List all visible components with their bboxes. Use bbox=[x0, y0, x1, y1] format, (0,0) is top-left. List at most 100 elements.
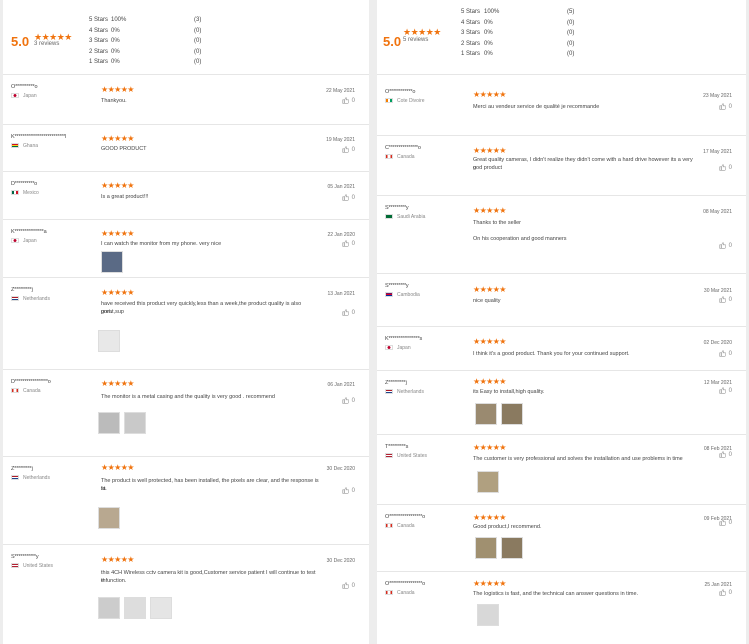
helpful-button[interactable]: 0 bbox=[342, 97, 355, 104]
review-photo[interactable] bbox=[124, 412, 146, 434]
distribution-label: 4 Stars bbox=[89, 27, 109, 34]
distribution-pct: 0% bbox=[111, 27, 120, 34]
review-photo[interactable] bbox=[98, 412, 120, 434]
review-text: The logistics is fast, and the technical… bbox=[473, 590, 693, 598]
helpful-button[interactable]: 0 bbox=[719, 164, 732, 171]
left-reviews-panel: 5.0 ★★★★★ 3 reviews 5 Stars 100% (3) 4 Stars 0%… bbox=[3, 0, 369, 644]
review-card: S*********y Cambodia ★★★★★ 30 Mar 2021 nice … bbox=[377, 274, 746, 327]
review-text: its Easy to install,high quality. bbox=[473, 388, 693, 396]
review-date: 17 May 2021 bbox=[703, 149, 732, 155]
country-flag-icon bbox=[385, 590, 393, 596]
review-photo[interactable] bbox=[501, 403, 523, 425]
review-text: Merci au vendeur service de qualité je r… bbox=[473, 103, 693, 111]
review-photo[interactable] bbox=[98, 330, 120, 352]
distribution-label: 1 Stars bbox=[89, 59, 109, 65]
reviewer-country: Canada bbox=[385, 523, 415, 529]
helpful-button[interactable]: 0 bbox=[719, 387, 732, 394]
reviewer-name: K****************s bbox=[385, 336, 423, 342]
reviewer-name: S*********y bbox=[385, 205, 409, 211]
review-photo[interactable] bbox=[150, 597, 172, 619]
distribution-row: 1 Stars 0% (0) bbox=[377, 49, 677, 60]
review-card: O*****************o Canada ★★★★★ 09 Feb 202… bbox=[377, 505, 746, 572]
country-flag-icon bbox=[11, 296, 19, 302]
review-photo[interactable] bbox=[475, 403, 497, 425]
helpful-button[interactable]: 0 bbox=[719, 296, 732, 303]
country-flag-icon bbox=[385, 389, 393, 395]
thumbs-up-icon bbox=[719, 103, 726, 110]
review-text: The product is well protected, has been … bbox=[101, 477, 319, 493]
thumbs-up-icon bbox=[719, 350, 726, 357]
helpful-button[interactable]: 0 bbox=[342, 240, 355, 247]
review-card: Z*********j Netherlands ★★★★★ 30 Dec 2020 Th… bbox=[3, 457, 369, 545]
distribution-row: 2 Stars 0% (0) bbox=[377, 39, 677, 50]
distribution-label: 3 Stars bbox=[89, 38, 109, 44]
review-stars-icon: ★★★★★ bbox=[101, 85, 134, 94]
like-count: 0 bbox=[728, 243, 732, 250]
helpful-button[interactable]: 0 bbox=[342, 487, 355, 494]
review-text-line: ood product bbox=[473, 165, 503, 171]
distribution-row: 5 Stars 100% (5) bbox=[377, 7, 677, 18]
review-card: K***************a Japan ★★★★★ 22 Jan 2020 I … bbox=[3, 220, 369, 278]
thumbs-up-icon bbox=[342, 97, 349, 104]
thumbs-up-icon bbox=[342, 397, 349, 404]
star-distribution: 5 Stars 100% (3) 4 Stars 0% (0) 3 Stars 0% (0) 2 … bbox=[3, 15, 303, 68]
review-date: 06 Jan 2021 bbox=[327, 382, 355, 388]
review-photo[interactable] bbox=[98, 507, 120, 529]
star-distribution: 5 Stars 100% (5) 4 Stars 0% (0) 3 Stars 0% (0) 2 … bbox=[377, 7, 677, 60]
like-count: 0 bbox=[728, 520, 732, 527]
helpful-button[interactable]: 0 bbox=[719, 350, 732, 357]
reviewer-name: K**************************l bbox=[11, 134, 66, 140]
review-photo[interactable] bbox=[477, 604, 499, 626]
review-photo[interactable] bbox=[477, 471, 499, 493]
review-text: I think it's a good product. Thank you f… bbox=[473, 350, 693, 358]
review-text-line: I think it's a good product. Thank you f… bbox=[473, 351, 630, 357]
helpful-button[interactable]: 0 bbox=[719, 451, 732, 458]
review-photo[interactable] bbox=[501, 537, 523, 559]
review-text: Is a great product!!! bbox=[101, 193, 319, 201]
review-stars-icon: ★★★★★ bbox=[101, 181, 134, 190]
review-photo[interactable] bbox=[101, 251, 123, 273]
review-photo[interactable] bbox=[124, 597, 146, 619]
country-flag-icon bbox=[11, 190, 19, 196]
distribution-count: (0) bbox=[194, 38, 202, 44]
reviewer-country: United States bbox=[11, 563, 53, 569]
distribution-pct: 0% bbox=[111, 59, 120, 65]
country-name: United States bbox=[397, 453, 428, 459]
distribution-label: 4 Stars bbox=[461, 19, 481, 26]
helpful-button[interactable]: 0 bbox=[342, 309, 355, 316]
review-date: 22 May 2021 bbox=[326, 88, 355, 94]
helpful-button[interactable]: 0 bbox=[342, 146, 355, 153]
reviewer-name: Z*********j bbox=[385, 380, 407, 386]
review-date: 30 Dec 2020 bbox=[326, 466, 355, 472]
review-card: K**************************l Ghana ★★★★★ 19… bbox=[3, 125, 369, 172]
review-text-line: The logistics is fast, and the technical… bbox=[473, 591, 639, 597]
review-stars-icon: ★★★★★ bbox=[101, 379, 134, 388]
right-reviews-panel: 5.0 ★★★★★ 5 reviews 5 Stars 100% (5) 4 Stars 0%… bbox=[377, 0, 746, 644]
helpful-button[interactable]: 0 bbox=[719, 589, 732, 596]
reviewer-name: Z*********j bbox=[11, 287, 33, 293]
review-text-line: have received this product very quickly,… bbox=[101, 301, 302, 315]
review-photo[interactable] bbox=[475, 537, 497, 559]
thumbs-up-icon bbox=[719, 387, 726, 394]
helpful-button[interactable]: 0 bbox=[342, 397, 355, 404]
review-card: D**********o Mexico ★★★★★ 05 Jan 2021 Is a g… bbox=[3, 172, 369, 220]
helpful-button[interactable]: 0 bbox=[719, 103, 732, 110]
review-stars-icon: ★★★★★ bbox=[473, 146, 506, 155]
country-name: Mexico bbox=[23, 190, 39, 196]
review-stars-icon: ★★★★★ bbox=[101, 134, 134, 143]
reviewer-country: Canada bbox=[385, 590, 415, 596]
review-date: 22 Jan 2020 bbox=[327, 232, 355, 238]
reviewer-country: Japan bbox=[11, 238, 37, 244]
like-count: 0 bbox=[728, 590, 732, 597]
review-stars-icon: ★★★★★ bbox=[101, 229, 134, 238]
helpful-button[interactable]: 0 bbox=[342, 194, 355, 201]
helpful-button[interactable]: 0 bbox=[719, 242, 732, 249]
rating-summary: 5.0 ★★★★★ 5 reviews 5 Stars 100% (5) 4 Stars 0%… bbox=[377, 0, 746, 75]
review-text: nice quality bbox=[473, 297, 693, 305]
helpful-button[interactable]: 0 bbox=[342, 582, 355, 589]
reviewer-country: Japan bbox=[11, 93, 37, 99]
country-flag-icon bbox=[385, 345, 393, 351]
country-name: Japan bbox=[23, 238, 37, 244]
helpful-button[interactable]: 0 bbox=[719, 519, 732, 526]
review-photo[interactable] bbox=[98, 597, 120, 619]
